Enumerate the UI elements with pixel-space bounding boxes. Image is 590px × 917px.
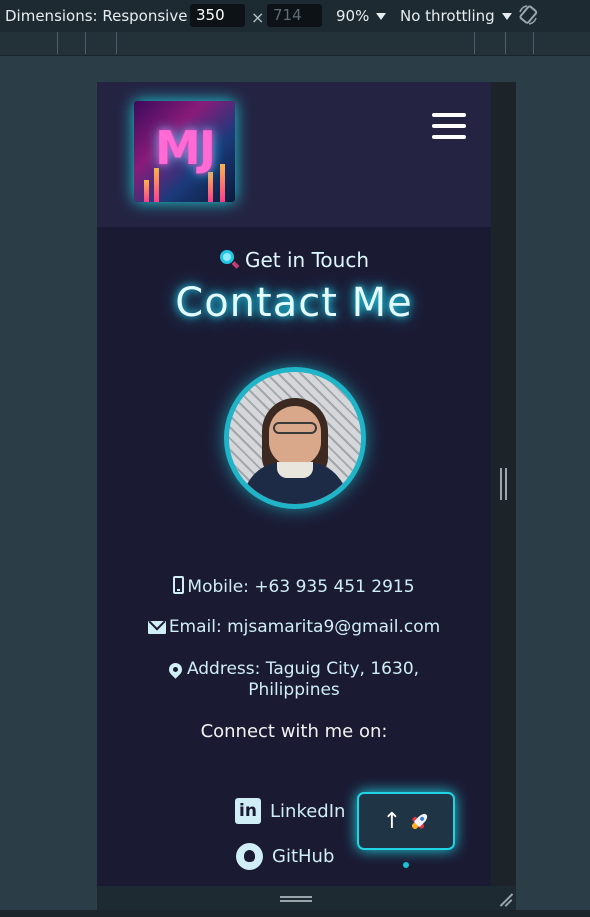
device-viewport: MJ Get in Touch Contact Me Mobile: +63 9… (97, 82, 516, 886)
throttling-dropdown[interactable]: No throttling (400, 7, 512, 25)
rocket-icon (407, 808, 432, 833)
ruler-tick (505, 32, 506, 54)
phone-icon (173, 576, 185, 594)
indicator-dot (403, 862, 409, 868)
contact-page: MJ Get in Touch Contact Me Mobile: +63 9… (97, 82, 491, 886)
logo-bar (208, 172, 213, 202)
times-sign: × (251, 8, 265, 27)
zoom-dropdown[interactable]: 90% (336, 7, 387, 25)
hamburger-icon (432, 113, 466, 117)
linkedin-link[interactable]: in LinkedIn (235, 796, 345, 826)
chevron-down-icon (376, 13, 387, 20)
linkedin-label: LinkedIn (270, 800, 346, 822)
ruler-tick (85, 32, 86, 54)
mobile-info: Mobile: +63 935 451 2915 (97, 576, 491, 598)
hamburger-line (432, 124, 466, 128)
rotate-icon (519, 5, 538, 25)
hamburger-line (432, 135, 466, 139)
linkedin-icon: in (235, 798, 261, 824)
photo-collar (277, 462, 313, 478)
ruler-tick (474, 32, 475, 54)
back-to-top-button[interactable]: ↑ (357, 792, 455, 850)
map-pin-icon (166, 660, 185, 679)
devtools-toolbar: Dimensions: Responsive 350 × 714 90% No … (0, 0, 590, 32)
site-logo[interactable]: MJ (134, 101, 235, 202)
page-title: Contact Me (175, 280, 413, 326)
subtitle-text: Get in Touch (245, 248, 369, 272)
logo-text: MJ (155, 121, 216, 175)
github-link[interactable]: GitHub (236, 841, 334, 871)
section-subtitle: Get in Touch (97, 248, 491, 272)
github-label: GitHub (272, 845, 335, 867)
dimensions-label: Dimensions: Responsive (5, 7, 188, 25)
connect-label: Connect with me on: (200, 721, 388, 742)
photo-face (269, 406, 321, 466)
photo-glasses (273, 422, 317, 434)
devtools-bottom-edge (0, 910, 590, 917)
ruler-tick (116, 32, 117, 54)
address-line2: Philippines (248, 680, 340, 700)
github-icon (236, 842, 263, 870)
height-input[interactable]: 714 (267, 4, 322, 27)
ruler-tick (57, 32, 58, 54)
mobile-text: Mobile: +63 935 451 2915 (187, 577, 415, 597)
magnifier-icon (219, 249, 240, 269)
dimensions-dropdown[interactable]: Dimensions: Responsive (5, 7, 205, 25)
site-header: MJ (97, 82, 491, 227)
rotate-button[interactable] (517, 4, 539, 30)
zoom-label: 90% (336, 7, 370, 25)
chevron-down-icon (501, 13, 512, 20)
viewport-bottom-bar (97, 886, 516, 910)
address-info: Address: Taguig City, 1630, Philippines (97, 659, 491, 701)
height-resize-handle[interactable] (280, 896, 312, 902)
hamburger-menu-button[interactable] (432, 113, 466, 143)
address-line1: Address: Taguig City, 1630, (186, 659, 420, 679)
width-resize-handle[interactable] (500, 468, 507, 500)
width-input[interactable]: 350 (190, 4, 245, 27)
arrow-up-icon: ↑ (382, 808, 402, 834)
profile-photo (229, 372, 361, 504)
ruler-tick (533, 32, 534, 54)
throttling-label: No throttling (400, 7, 495, 25)
logo-bar (144, 180, 149, 202)
envelope-icon (147, 621, 166, 634)
email-text: Email: mjsamarita9@gmail.com (168, 617, 441, 637)
corner-resize-handle[interactable] (498, 893, 512, 907)
email-info[interactable]: Email: mjsamarita9@gmail.com (97, 617, 491, 638)
media-query-ruler (0, 32, 590, 56)
